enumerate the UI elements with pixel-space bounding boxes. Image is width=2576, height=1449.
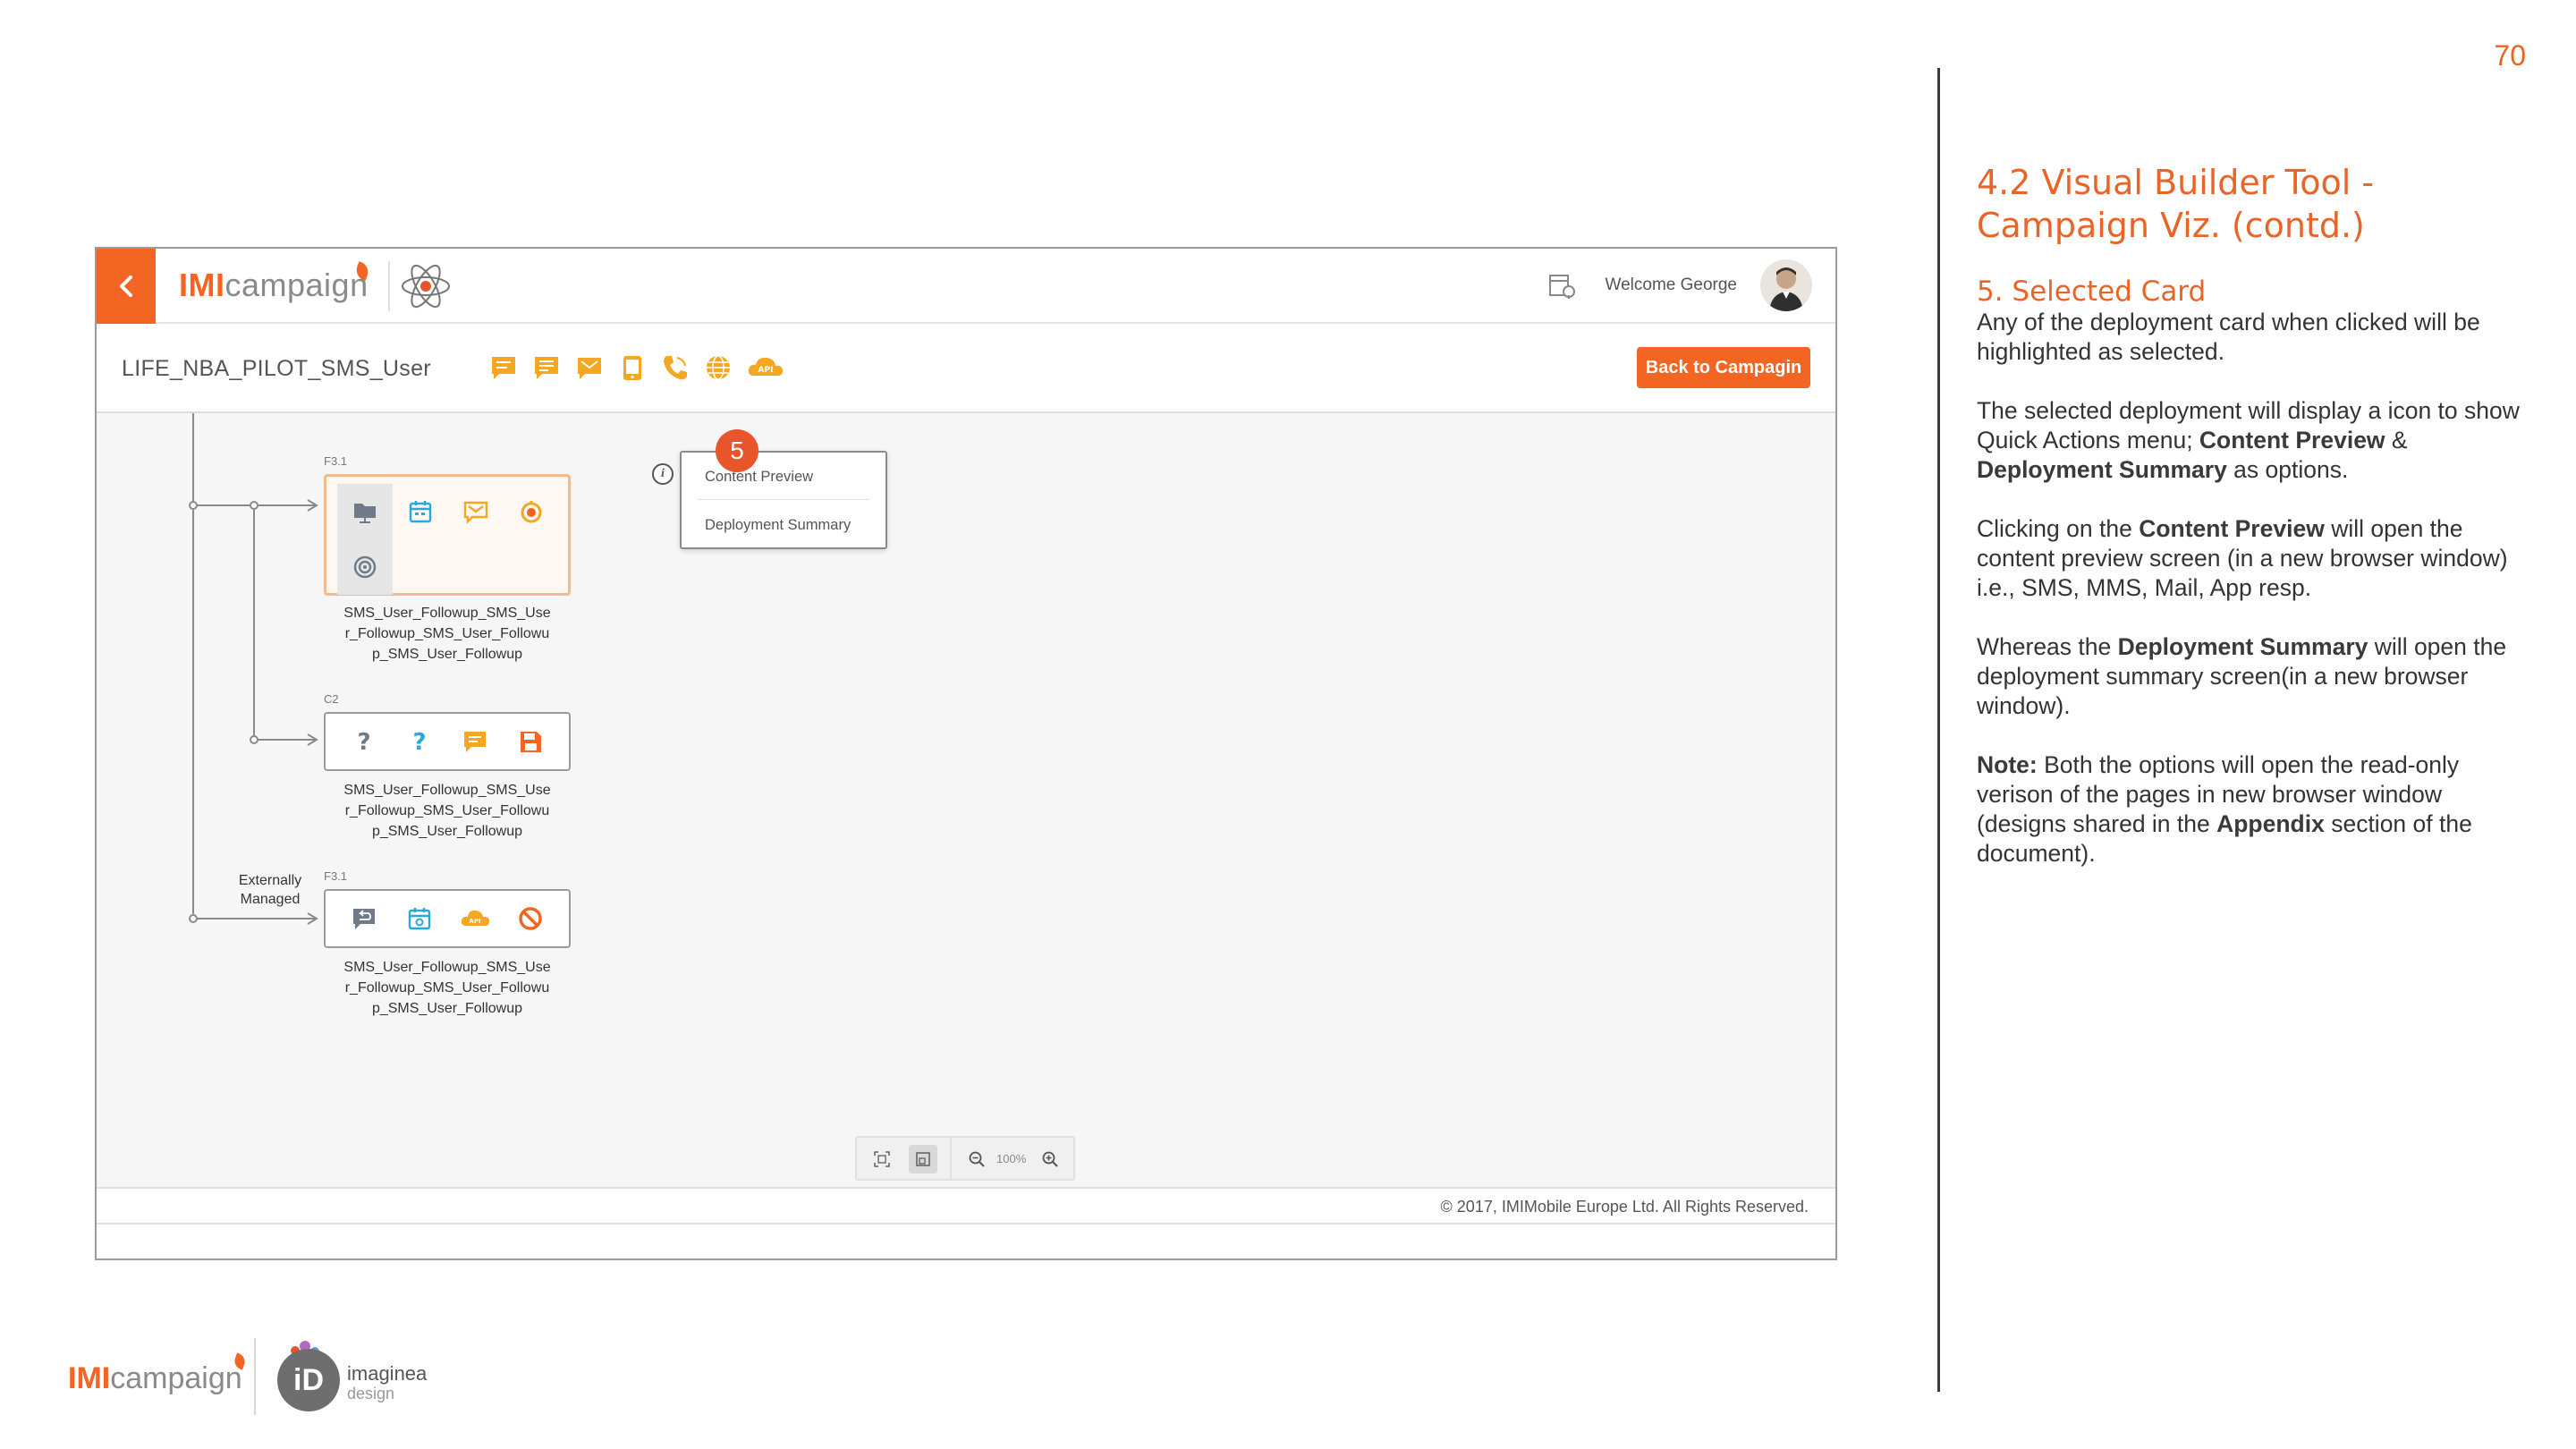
folder-icon bbox=[337, 484, 393, 539]
stage-label: F3.1 bbox=[324, 454, 348, 468]
notes-section-title: 5. Selected Card bbox=[1977, 275, 2207, 308]
notes-panel: 4.2 Visual Builder Tool - Campaign Viz. … bbox=[1977, 161, 2531, 898]
zoom-out-icon[interactable] bbox=[962, 1145, 991, 1174]
question-icon: ? bbox=[392, 714, 447, 769]
app-footer: © 2017, IMIMobile Europe Ltd. All Rights… bbox=[97, 1187, 1835, 1224]
welcome-text: Welcome George bbox=[1605, 275, 1738, 294]
block-icon bbox=[503, 891, 558, 946]
campaign-bar: LIFE_NBA_PILOT_SMS_User API Back to Camp… bbox=[97, 324, 1835, 413]
imaginea-text: imaginea bbox=[347, 1362, 428, 1385]
page-number: 70 bbox=[2494, 39, 2526, 72]
card-title: SMS_User_Followup_SMS_Use r_Followup_SMS_… bbox=[343, 783, 551, 839]
step-badge: 5 bbox=[716, 429, 758, 472]
flow-canvas[interactable]: F3.1 i SMS_User_Followup_SMS_Use r_Follow… bbox=[97, 413, 1835, 1187]
design-text: design bbox=[347, 1385, 395, 1402]
toolbar-separator bbox=[950, 1138, 952, 1179]
zoom-in-icon[interactable] bbox=[1036, 1145, 1064, 1174]
notes-paragraph-4: Whereas the Deployment Summary will open… bbox=[1977, 633, 2507, 719]
svg-text:API: API bbox=[758, 366, 774, 375]
notes-paragraph-2: The selected deployment will display a i… bbox=[1977, 397, 2520, 483]
quick-actions-menu: Content Preview Deployment Summary bbox=[680, 451, 887, 549]
card-title: SMS_User_Followup_SMS_Use r_Followup_SMS_… bbox=[343, 960, 551, 1016]
zoom-toolbar: 100% bbox=[855, 1136, 1075, 1181]
deployment-card-selected[interactable] bbox=[324, 474, 571, 596]
svg-text:?: ? bbox=[412, 729, 426, 755]
deployment-summary-option[interactable]: Deployment Summary bbox=[705, 517, 851, 534]
svg-text:?: ? bbox=[357, 729, 370, 755]
top-bar: IMIcampaign Welcome George bbox=[97, 249, 1835, 324]
sms-icon bbox=[447, 714, 503, 769]
app-icon[interactable] bbox=[617, 352, 648, 383]
atom-icon[interactable] bbox=[399, 261, 453, 311]
back-button[interactable] bbox=[97, 249, 156, 324]
timer-icon bbox=[504, 484, 559, 539]
deployment-card[interactable]: API bbox=[324, 889, 571, 948]
copyright-text: © 2017, IMIMobile Europe Ltd. All Rights… bbox=[1440, 1198, 1809, 1216]
stage-label: C2 bbox=[324, 692, 339, 706]
sms-icon[interactable] bbox=[488, 352, 519, 383]
notes-heading: 4.2 Visual Builder Tool - Campaign Viz. … bbox=[1977, 163, 2375, 245]
zoom-level: 100% bbox=[996, 1152, 1027, 1165]
notes-paragraph-1: Any of the deployment card when clicked … bbox=[1977, 309, 2480, 365]
api-icon[interactable]: API bbox=[746, 352, 785, 383]
content-preview-option[interactable]: Content Preview bbox=[705, 469, 813, 486]
externally-managed-label: Externally Managed bbox=[238, 873, 302, 907]
campaign-name: LIFE_NBA_PILOT_SMS_User bbox=[122, 356, 431, 381]
card-title: SMS_User_Followup_SMS_Use r_Followup_SMS_… bbox=[343, 606, 551, 662]
notes-paragraph-3: Clicking on the Content Preview will ope… bbox=[1977, 515, 2508, 601]
target-icon bbox=[337, 539, 393, 595]
chevron-left-icon bbox=[120, 275, 132, 297]
fit-screen-icon[interactable] bbox=[868, 1145, 896, 1174]
mail-icon[interactable] bbox=[574, 352, 605, 383]
app-window: IMIcampaign Welcome George LIFE_NBA_PILO… bbox=[95, 247, 1837, 1260]
brand-logo: IMIcampaign bbox=[179, 267, 369, 303]
back-to-campaign-button[interactable]: Back to Campagin bbox=[1637, 347, 1810, 388]
slide: 70 4.2 Visual Builder Tool - Campaign Vi… bbox=[0, 0, 2576, 1449]
calendar-gear-icon bbox=[392, 891, 447, 946]
footer-brand-logo: IMIcampaign bbox=[68, 1361, 242, 1395]
notification-icon[interactable] bbox=[1547, 272, 1576, 301]
menu-separator bbox=[698, 499, 869, 500]
avatar[interactable] bbox=[1760, 259, 1812, 311]
voice-icon[interactable] bbox=[660, 352, 691, 383]
footer-logo-separator bbox=[254, 1338, 256, 1415]
channel-icons: API bbox=[488, 352, 785, 383]
notes-paragraph-5: Note: Both the options will open the rea… bbox=[1977, 751, 2472, 867]
actual-size-icon[interactable] bbox=[909, 1145, 937, 1174]
calendar-icon bbox=[393, 484, 448, 539]
imaginea-logo: iD bbox=[277, 1349, 340, 1411]
mail-icon bbox=[448, 484, 504, 539]
vertical-divider bbox=[1937, 68, 1940, 1392]
reply-icon bbox=[336, 891, 392, 946]
brand-separator bbox=[388, 261, 390, 311]
web-icon[interactable] bbox=[703, 352, 733, 383]
svg-text:API: API bbox=[469, 918, 480, 925]
stage-label: F3.1 bbox=[324, 869, 348, 883]
quick-actions-icon[interactable]: i bbox=[652, 463, 674, 485]
question-icon: ? bbox=[336, 714, 392, 769]
api-icon: API bbox=[447, 891, 503, 946]
deployment-card[interactable]: ? ? bbox=[324, 712, 571, 771]
save-icon bbox=[503, 714, 558, 769]
sms-list-icon[interactable] bbox=[531, 352, 562, 383]
